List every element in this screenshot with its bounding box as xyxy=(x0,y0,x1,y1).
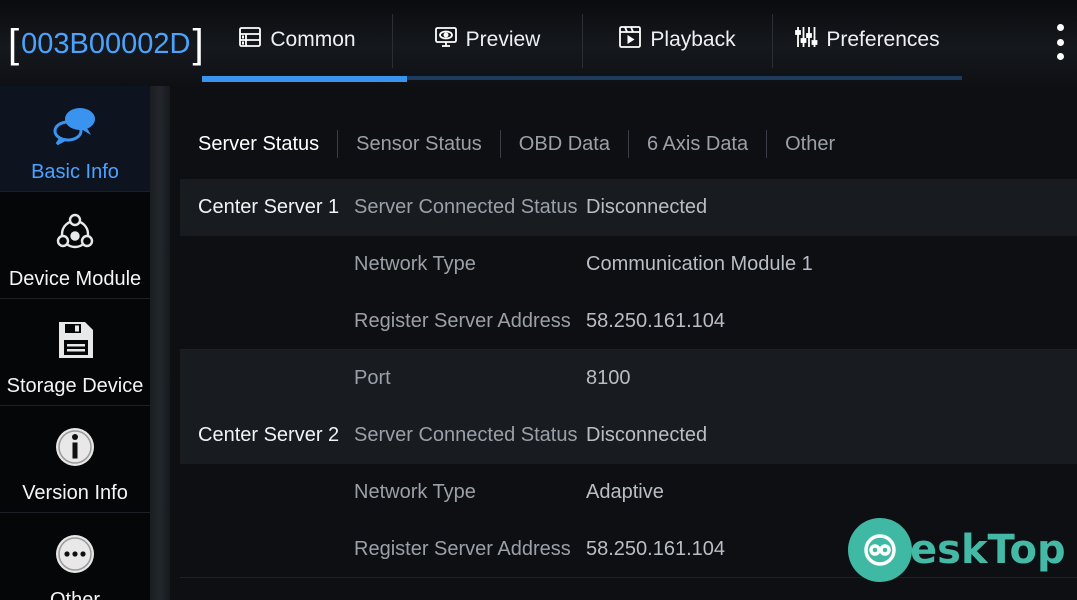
divider xyxy=(0,298,150,299)
kebab-dot xyxy=(1056,53,1064,60)
field-value: 58.250.161.104 xyxy=(586,310,726,332)
table-row: Network Type Communication Module 1 xyxy=(180,236,1077,293)
tab-common[interactable]: Common xyxy=(202,0,392,80)
device-id: [ 003B00002D ] xyxy=(6,22,206,66)
watermark-text: eskTop xyxy=(910,527,1066,573)
tab-playback-label: Playback xyxy=(650,28,736,51)
top-bar: [ 003B00002D ] Common Preview Playback P… xyxy=(0,0,1077,86)
field-value: Disconnected xyxy=(586,424,708,446)
tab-preferences-label: Preferences xyxy=(826,28,940,51)
floppy-disk-icon xyxy=(51,316,99,369)
more-dots-icon xyxy=(51,530,99,583)
info-icon xyxy=(51,423,99,476)
field-value: Communication Module 1 xyxy=(586,253,813,275)
field-label: Register Server Address xyxy=(354,310,571,332)
divider xyxy=(0,191,150,192)
subtab-server-status[interactable]: Server Status xyxy=(180,130,337,158)
sidebar-item-label: Device Module xyxy=(8,268,142,290)
kebab-dot xyxy=(1056,24,1064,31)
sidebar-item-other[interactable]: Other xyxy=(0,514,150,600)
table-row: Center Server 1 Server Connected Status … xyxy=(180,179,1077,236)
field-value: Adaptive xyxy=(586,481,664,503)
subtab-other[interactable]: Other xyxy=(766,130,853,158)
bracket-open: [ xyxy=(8,22,20,66)
sidebar-item-device-module[interactable]: Device Module xyxy=(0,193,150,299)
watermark-logo-icon xyxy=(848,518,912,582)
chat-bubbles-icon xyxy=(51,102,99,155)
app-window: [ 003B00002D ] Common Preview Playback P… xyxy=(0,0,1077,600)
table-row: Center Server 2 Server Connected Status … xyxy=(180,407,1077,464)
sidebar-scrollbar[interactable] xyxy=(150,86,170,600)
sidebar-item-label: Other xyxy=(49,589,101,600)
sub-tabs: Server Status Sensor Status OBD Data 6 A… xyxy=(180,126,853,162)
field-label: Server Connected Status xyxy=(354,424,578,446)
main-tabs: Common Preview Playback Preferences xyxy=(202,0,962,80)
subtab-obd-data[interactable]: OBD Data xyxy=(499,130,628,158)
tab-preview[interactable]: Preview xyxy=(392,0,582,80)
sliders-icon xyxy=(794,25,818,55)
sidebar: Basic Info Device Module Storage Device … xyxy=(0,86,150,600)
module-nodes-icon xyxy=(51,209,99,262)
field-label: Network Type xyxy=(354,481,476,503)
watermark: eskTop xyxy=(848,516,1066,584)
monitor-eye-icon xyxy=(434,25,458,55)
film-play-icon xyxy=(618,25,642,55)
table-row: Network Type Adaptive xyxy=(180,464,1077,521)
divider xyxy=(0,512,150,513)
field-label: Port xyxy=(354,367,391,389)
sidebar-item-label: Version Info xyxy=(22,482,128,504)
field-value: 58.250.161.104 xyxy=(586,538,726,560)
server-group: Center Server 1 xyxy=(198,196,340,218)
server-group: Center Server 2 xyxy=(198,424,340,446)
active-tab-indicator xyxy=(202,76,407,82)
sidebar-item-storage-device[interactable]: Storage Device xyxy=(0,300,150,406)
subtab-sensor-status[interactable]: Sensor Status xyxy=(337,130,500,158)
subtab-6-axis-data[interactable]: 6 Axis Data xyxy=(627,130,766,158)
field-label: Server Connected Status xyxy=(354,196,578,218)
device-id-text: 003B00002D xyxy=(21,27,191,60)
sidebar-item-label: Basic Info xyxy=(31,161,119,183)
tab-preferences[interactable]: Preferences xyxy=(772,0,962,80)
table-row: Register Server Address 58.250.161.104 xyxy=(180,293,1077,350)
table-row: Port 8100 xyxy=(180,350,1077,407)
tab-playback[interactable]: Playback xyxy=(582,0,772,80)
sidebar-item-label: Storage Device xyxy=(6,375,144,397)
grid-icon xyxy=(238,25,262,55)
tab-preview-label: Preview xyxy=(465,28,541,51)
field-value: 8100 xyxy=(586,367,631,389)
sidebar-item-basic-info[interactable]: Basic Info xyxy=(0,86,150,192)
field-label: Register Server Address xyxy=(354,538,571,560)
sidebar-item-version-info[interactable]: Version Info xyxy=(0,407,150,513)
field-value: Disconnected xyxy=(586,196,708,218)
field-label: Network Type xyxy=(354,253,476,275)
more-menu-button[interactable] xyxy=(1050,20,1070,64)
kebab-dot xyxy=(1056,38,1064,46)
tab-common-label: Common xyxy=(270,28,356,51)
divider xyxy=(0,405,150,406)
